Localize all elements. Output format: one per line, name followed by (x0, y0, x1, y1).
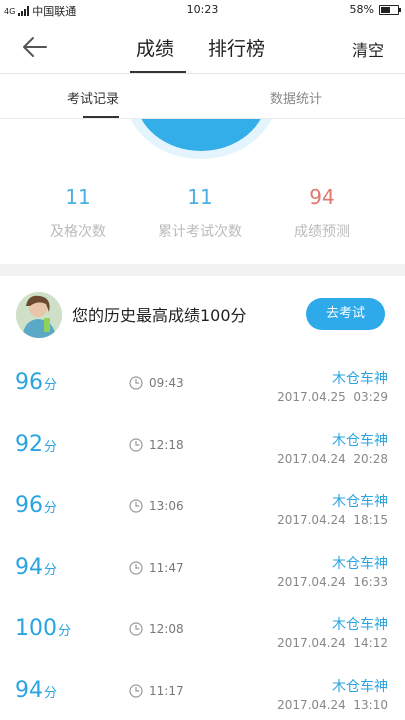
tab-score[interactable]: 成绩 (136, 34, 174, 61)
clock-icon (129, 499, 143, 513)
avatar (16, 292, 62, 338)
score-gauge (0, 119, 405, 161)
record-score: 96分 (15, 370, 57, 395)
avatar-image (16, 292, 62, 338)
clock-icon (129, 437, 143, 452)
record-user-name: 木仓车神 (332, 432, 388, 449)
record-score-unit: 分 (58, 624, 72, 639)
record-score-unit: 分 (44, 378, 58, 393)
record-user-name: 木仓车神 (332, 371, 388, 387)
record-score-unit: 分 (44, 685, 58, 701)
go-exam-button[interactable]: 去考试 (306, 298, 385, 330)
record-user-name: 木仓车神 (332, 678, 388, 695)
clock-icon (129, 560, 143, 575)
record-score-value: 96 (15, 493, 43, 518)
record-score-unit: 分 (44, 562, 58, 578)
stat-score-prediction: 94 成绩预测 (280, 185, 364, 241)
record-user-name: 木仓车神 (332, 617, 388, 633)
subtab-statistics[interactable]: 数据统计 (270, 88, 322, 107)
clock-icon (129, 683, 143, 698)
total-exams-label: 累计考试次数 (158, 224, 242, 240)
tab-ranking[interactable]: 排行榜 (208, 34, 265, 61)
subtab-exam-records[interactable]: 考试记录 (67, 88, 119, 107)
exam-record-row[interactable]: 94分 11:17 木仓车神 2017.04.24 13:10 (0, 672, 405, 720)
record-score-value: 100 (15, 616, 57, 641)
gauge-arc (130, 119, 272, 159)
total-exams-value: 11 (187, 185, 213, 209)
record-duration: 12:18 (149, 437, 184, 452)
clock-icon (129, 376, 143, 390)
record-score-value: 94 (15, 677, 43, 703)
record-score-value: 96 (15, 370, 43, 395)
prediction-label: 成绩预测 (294, 224, 350, 240)
subtab-bar: 考试记录 数据统计 (0, 75, 405, 119)
tab-active-indicator (130, 71, 186, 73)
record-duration: 13:06 (149, 499, 184, 513)
record-date: 2017.04.24 16:33 (277, 574, 388, 589)
record-user-name: 木仓车神 (332, 494, 388, 510)
pass-count-value: 11 (65, 185, 91, 209)
exam-record-row[interactable]: 96分 13:06 木仓车神 2017.04.24 18:15 (0, 487, 405, 548)
stat-total-exams: 11 累计考试次数 (145, 185, 255, 241)
record-date: 2017.04.24 20:28 (277, 451, 388, 466)
record-score: 94分 (15, 555, 57, 580)
record-date: 2017.04.24 18:15 (277, 513, 388, 527)
record-duration: 09:43 (149, 376, 184, 390)
exam-record-row[interactable]: 96分 09:43 木仓车神 2017.04.25 03:29 (0, 364, 405, 425)
back-arrow-icon[interactable] (20, 32, 50, 62)
prediction-value: 94 (309, 185, 335, 209)
record-date: 2017.04.24 14:12 (277, 636, 388, 650)
record-score: 96分 (15, 493, 57, 518)
subtab-active-indicator (83, 116, 119, 118)
record-user-name: 木仓车神 (332, 555, 388, 572)
status-time: 10:23 (186, 3, 219, 16)
record-score: 92分 (15, 432, 57, 457)
record-score-value: 92 (15, 431, 43, 457)
battery-icon (379, 4, 401, 15)
status-right: 58% (349, 3, 401, 16)
stat-pass-count: 11 及格次数 (38, 185, 118, 241)
clock-icon (129, 622, 143, 636)
record-date: 2017.04.24 13:10 (277, 697, 388, 712)
record-date: 2017.04.25 03:29 (277, 390, 388, 404)
exam-record-row[interactable]: 92分 12:18 木仓车神 2017.04.24 20:28 (0, 426, 405, 487)
record-score: 100分 (15, 616, 71, 641)
exam-record-row[interactable]: 94分 11:47 木仓车神 2017.04.24 16:33 (0, 549, 405, 610)
record-duration: 12:08 (149, 622, 184, 636)
record-score: 94分 (15, 678, 57, 703)
pass-count-label: 及格次数 (50, 224, 106, 240)
best-score-text: 您的历史最高成绩100分 (72, 306, 247, 325)
section-divider (0, 264, 405, 276)
battery-fill (381, 6, 391, 13)
top-navigation: 成绩 排行榜 清空 (0, 20, 405, 74)
status-bar: 4G 中国联通 10:23 58% (0, 0, 405, 20)
record-score-unit: 分 (44, 439, 58, 455)
battery-percent: 58% (349, 3, 374, 16)
best-score-row: 您的历史最高成绩100分 去考试 (0, 290, 405, 342)
clear-button[interactable]: 清空 (352, 37, 384, 61)
record-score-value: 94 (15, 554, 43, 580)
record-score-unit: 分 (44, 501, 58, 516)
record-duration: 11:47 (149, 560, 184, 575)
exam-record-row[interactable]: 100分 12:08 木仓车神 2017.04.24 14:12 (0, 610, 405, 671)
record-duration: 11:17 (149, 683, 184, 698)
